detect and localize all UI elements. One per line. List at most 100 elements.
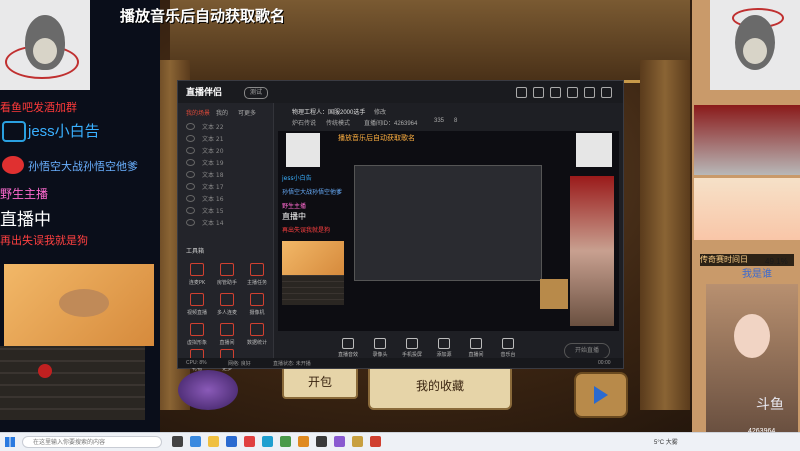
overlay-title-banner: 播放音乐后自动获取歌名 — [120, 8, 286, 25]
edit-title-button[interactable]: 修改 — [374, 107, 386, 116]
add-source-icon — [438, 338, 450, 349]
app-icon-purple[interactable] — [334, 436, 345, 447]
scene-row[interactable]: 文本 16 — [186, 193, 266, 204]
app-icon-blue[interactable] — [262, 436, 273, 447]
tool-tasks[interactable]: 主播任务 — [242, 261, 272, 289]
scene-row[interactable]: 文本 18 — [186, 169, 266, 180]
bilibili-icon — [2, 121, 26, 142]
store-icon[interactable] — [226, 436, 237, 447]
app-logo: 直播伴侣 — [186, 87, 223, 97]
preview-lose-label: 再出失误我就是狗 — [282, 227, 331, 234]
tool-label: 视频直播 — [186, 310, 207, 316]
tool-stats[interactable]: 数据统计 — [242, 321, 272, 349]
scene-row[interactable]: 文本 14 — [186, 217, 266, 228]
start-live-button[interactable]: 开始直播 — [564, 343, 610, 359]
preview-title-banner: 播放音乐后自动获取歌名 — [338, 134, 415, 142]
windows-start-icon[interactable] — [5, 437, 15, 447]
scene-row[interactable]: 文本 21 — [186, 133, 266, 144]
app-icon-dark[interactable] — [316, 436, 327, 447]
eye-icon[interactable] — [186, 159, 195, 166]
eye-icon[interactable] — [186, 195, 195, 202]
weather-widget[interactable]: 5°C 大雾 — [654, 437, 678, 446]
message-icon[interactable] — [533, 87, 544, 98]
scene-row[interactable]: 文本 19 — [186, 157, 266, 168]
fan-count: 8 — [454, 118, 458, 124]
preview-gold-icon — [540, 279, 568, 309]
task-view-icon[interactable] — [172, 436, 183, 447]
preview-nested-window — [354, 165, 542, 281]
eye-icon[interactable] — [186, 207, 195, 214]
music-button[interactable]: 音乐台 — [494, 338, 522, 358]
live-room-button[interactable]: 直播间 — [462, 338, 490, 358]
add-source-button[interactable]: 添加源 — [430, 338, 458, 358]
live-room-icon — [470, 338, 482, 349]
tool-video[interactable]: 视频直播 — [182, 291, 212, 319]
preview-right-column — [570, 176, 614, 326]
totoro-avatar-right — [710, 0, 800, 90]
scene-row[interactable]: 文本 15 — [186, 205, 266, 216]
mode-tag[interactable]: 传统模式 — [326, 118, 350, 127]
maximize-icon[interactable] — [584, 87, 595, 98]
tool-multi-mic[interactable]: 多人连麦 — [212, 291, 242, 319]
app-icon-green[interactable] — [280, 436, 291, 447]
live-timer: 00:00 — [598, 360, 611, 366]
scene-row[interactable]: 文本 22 — [186, 121, 266, 132]
preview-brick-image — [282, 275, 344, 305]
file-explorer-icon[interactable] — [208, 436, 219, 447]
tool-pk[interactable]: 连麦PK — [182, 261, 212, 289]
mouse-photo — [4, 264, 154, 346]
multi-mic-icon — [220, 293, 234, 306]
tab-more[interactable]: 可更多 — [238, 108, 256, 117]
tool-room-admin[interactable]: 房管助手 — [212, 261, 242, 289]
user-avatar-icon[interactable] — [516, 87, 527, 98]
eye-icon[interactable] — [186, 183, 195, 190]
taskbar-search-input[interactable]: 在这里输入你要搜索的内容 — [22, 436, 162, 448]
feather-quill-icon[interactable] — [178, 370, 238, 410]
tool-camera[interactable]: 摄像机 — [242, 291, 272, 319]
preview-totoro-right — [576, 133, 612, 167]
sound-effect-button[interactable]: 直播音效 — [334, 338, 362, 358]
open-pack-button[interactable]: 开包 — [282, 365, 358, 399]
tab-my-scenes[interactable]: 我的场景 — [186, 108, 210, 117]
pk-icon — [190, 263, 204, 276]
scene-label: 文本 14 — [202, 220, 224, 227]
bilibili-label: jess小白告 — [28, 123, 100, 140]
eye-icon[interactable] — [186, 135, 195, 142]
tab-mine[interactable]: 我的 — [216, 108, 228, 117]
settings-icon[interactable] — [550, 87, 561, 98]
viewer-count: 335 — [434, 118, 445, 124]
app-icon-red[interactable] — [244, 436, 255, 447]
app-icon-orange[interactable] — [298, 436, 309, 447]
stream-preview[interactable]: 播放音乐后自动获取歌名 jess小白告 孙悟空大战孙悟空他爹 野生主播 直播中 … — [278, 131, 619, 331]
camera-button[interactable]: 录像头 — [366, 338, 394, 358]
edge-icon[interactable] — [190, 436, 201, 447]
hearthstone-icon[interactable] — [352, 436, 363, 447]
minimize-icon[interactable] — [567, 87, 578, 98]
tool-label: 直播间 — [219, 340, 235, 346]
fan-group-text: 看鱼吧发酒加群 — [0, 102, 77, 114]
close-icon[interactable] — [601, 87, 612, 98]
category-tag[interactable]: 炉石传说 — [292, 118, 316, 127]
live-companion-icon[interactable] — [370, 436, 381, 447]
anime-girl-portrait — [694, 178, 800, 240]
tool-room[interactable]: 直播间 — [212, 321, 242, 349]
adventure-medal-icon[interactable] — [574, 372, 628, 418]
cpu-status: CPU: 8% — [186, 360, 207, 366]
lose-promise-label: 再出失误我就是狗 — [0, 235, 88, 247]
my-collection-button[interactable]: 我的收藏 — [368, 362, 512, 410]
toolbox-title: 工具箱 — [186, 248, 205, 255]
scene-label: 文本 16 — [202, 196, 224, 203]
tool-label: 连麦PK — [188, 280, 206, 286]
eye-icon[interactable] — [186, 171, 195, 178]
scene-row[interactable]: 文本 17 — [186, 181, 266, 192]
eye-icon[interactable] — [186, 123, 195, 130]
tool-avatar[interactable]: 虚拟形象 — [182, 321, 212, 349]
eye-icon[interactable] — [186, 147, 195, 154]
room-icon — [220, 323, 234, 336]
screen-cast-button[interactable]: 手机投屏 — [398, 338, 426, 358]
tool-label: 虚拟形象 — [186, 340, 207, 346]
brick-wall-image — [0, 346, 145, 420]
eye-icon[interactable] — [186, 219, 195, 226]
scene-label: 文本 18 — [202, 172, 224, 179]
scene-row[interactable]: 文本 20 — [186, 145, 266, 156]
